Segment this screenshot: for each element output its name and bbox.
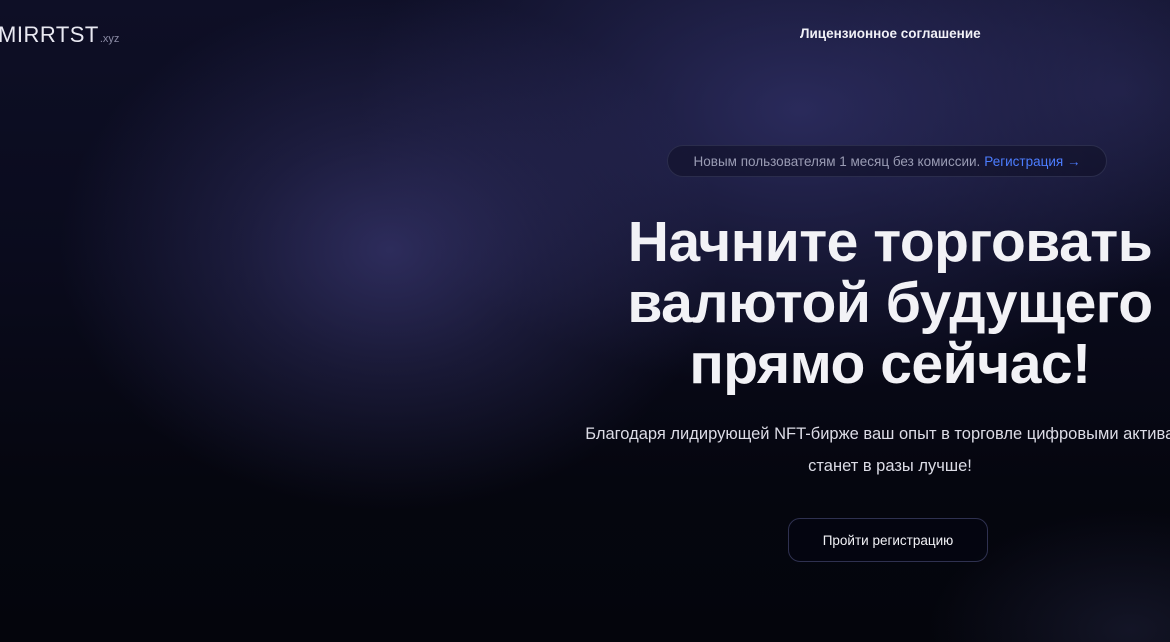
- announcement-register-link[interactable]: Регистрация →: [984, 154, 1080, 169]
- landing-page: MIRRTST .xyz Лицензионное соглашение Нов…: [0, 0, 1170, 642]
- hero-headline-line: валютой будущего: [627, 271, 1153, 335]
- hero-subtext: Благодаря лидирующей NFT-бирже ваш опыт …: [540, 418, 1170, 482]
- logo[interactable]: MIRRTST .xyz: [0, 22, 119, 48]
- logo-text: MIRRTST: [0, 22, 99, 47]
- register-button[interactable]: Пройти регистрацию: [788, 518, 988, 562]
- hero-headline: Начните торговать валютой будущего прямо…: [560, 212, 1170, 395]
- logo-domain-suffix: .xyz: [99, 33, 120, 45]
- license-agreement-link[interactable]: Лицензионное соглашение: [800, 26, 981, 41]
- announcement-pill: Новым пользователям 1 месяц без комиссии…: [667, 145, 1107, 177]
- hero-headline-line: Начните торговать: [627, 210, 1153, 274]
- announcement-text: Новым пользователям 1 месяц без комиссии…: [693, 153, 981, 169]
- hero-subtext-line: станет в разы лучше!: [808, 457, 972, 475]
- hero-headline-line: прямо сейчас!: [689, 332, 1091, 396]
- hero-subtext-line: Благодаря лидирующей NFT-бирже ваш опыт …: [585, 425, 1170, 443]
